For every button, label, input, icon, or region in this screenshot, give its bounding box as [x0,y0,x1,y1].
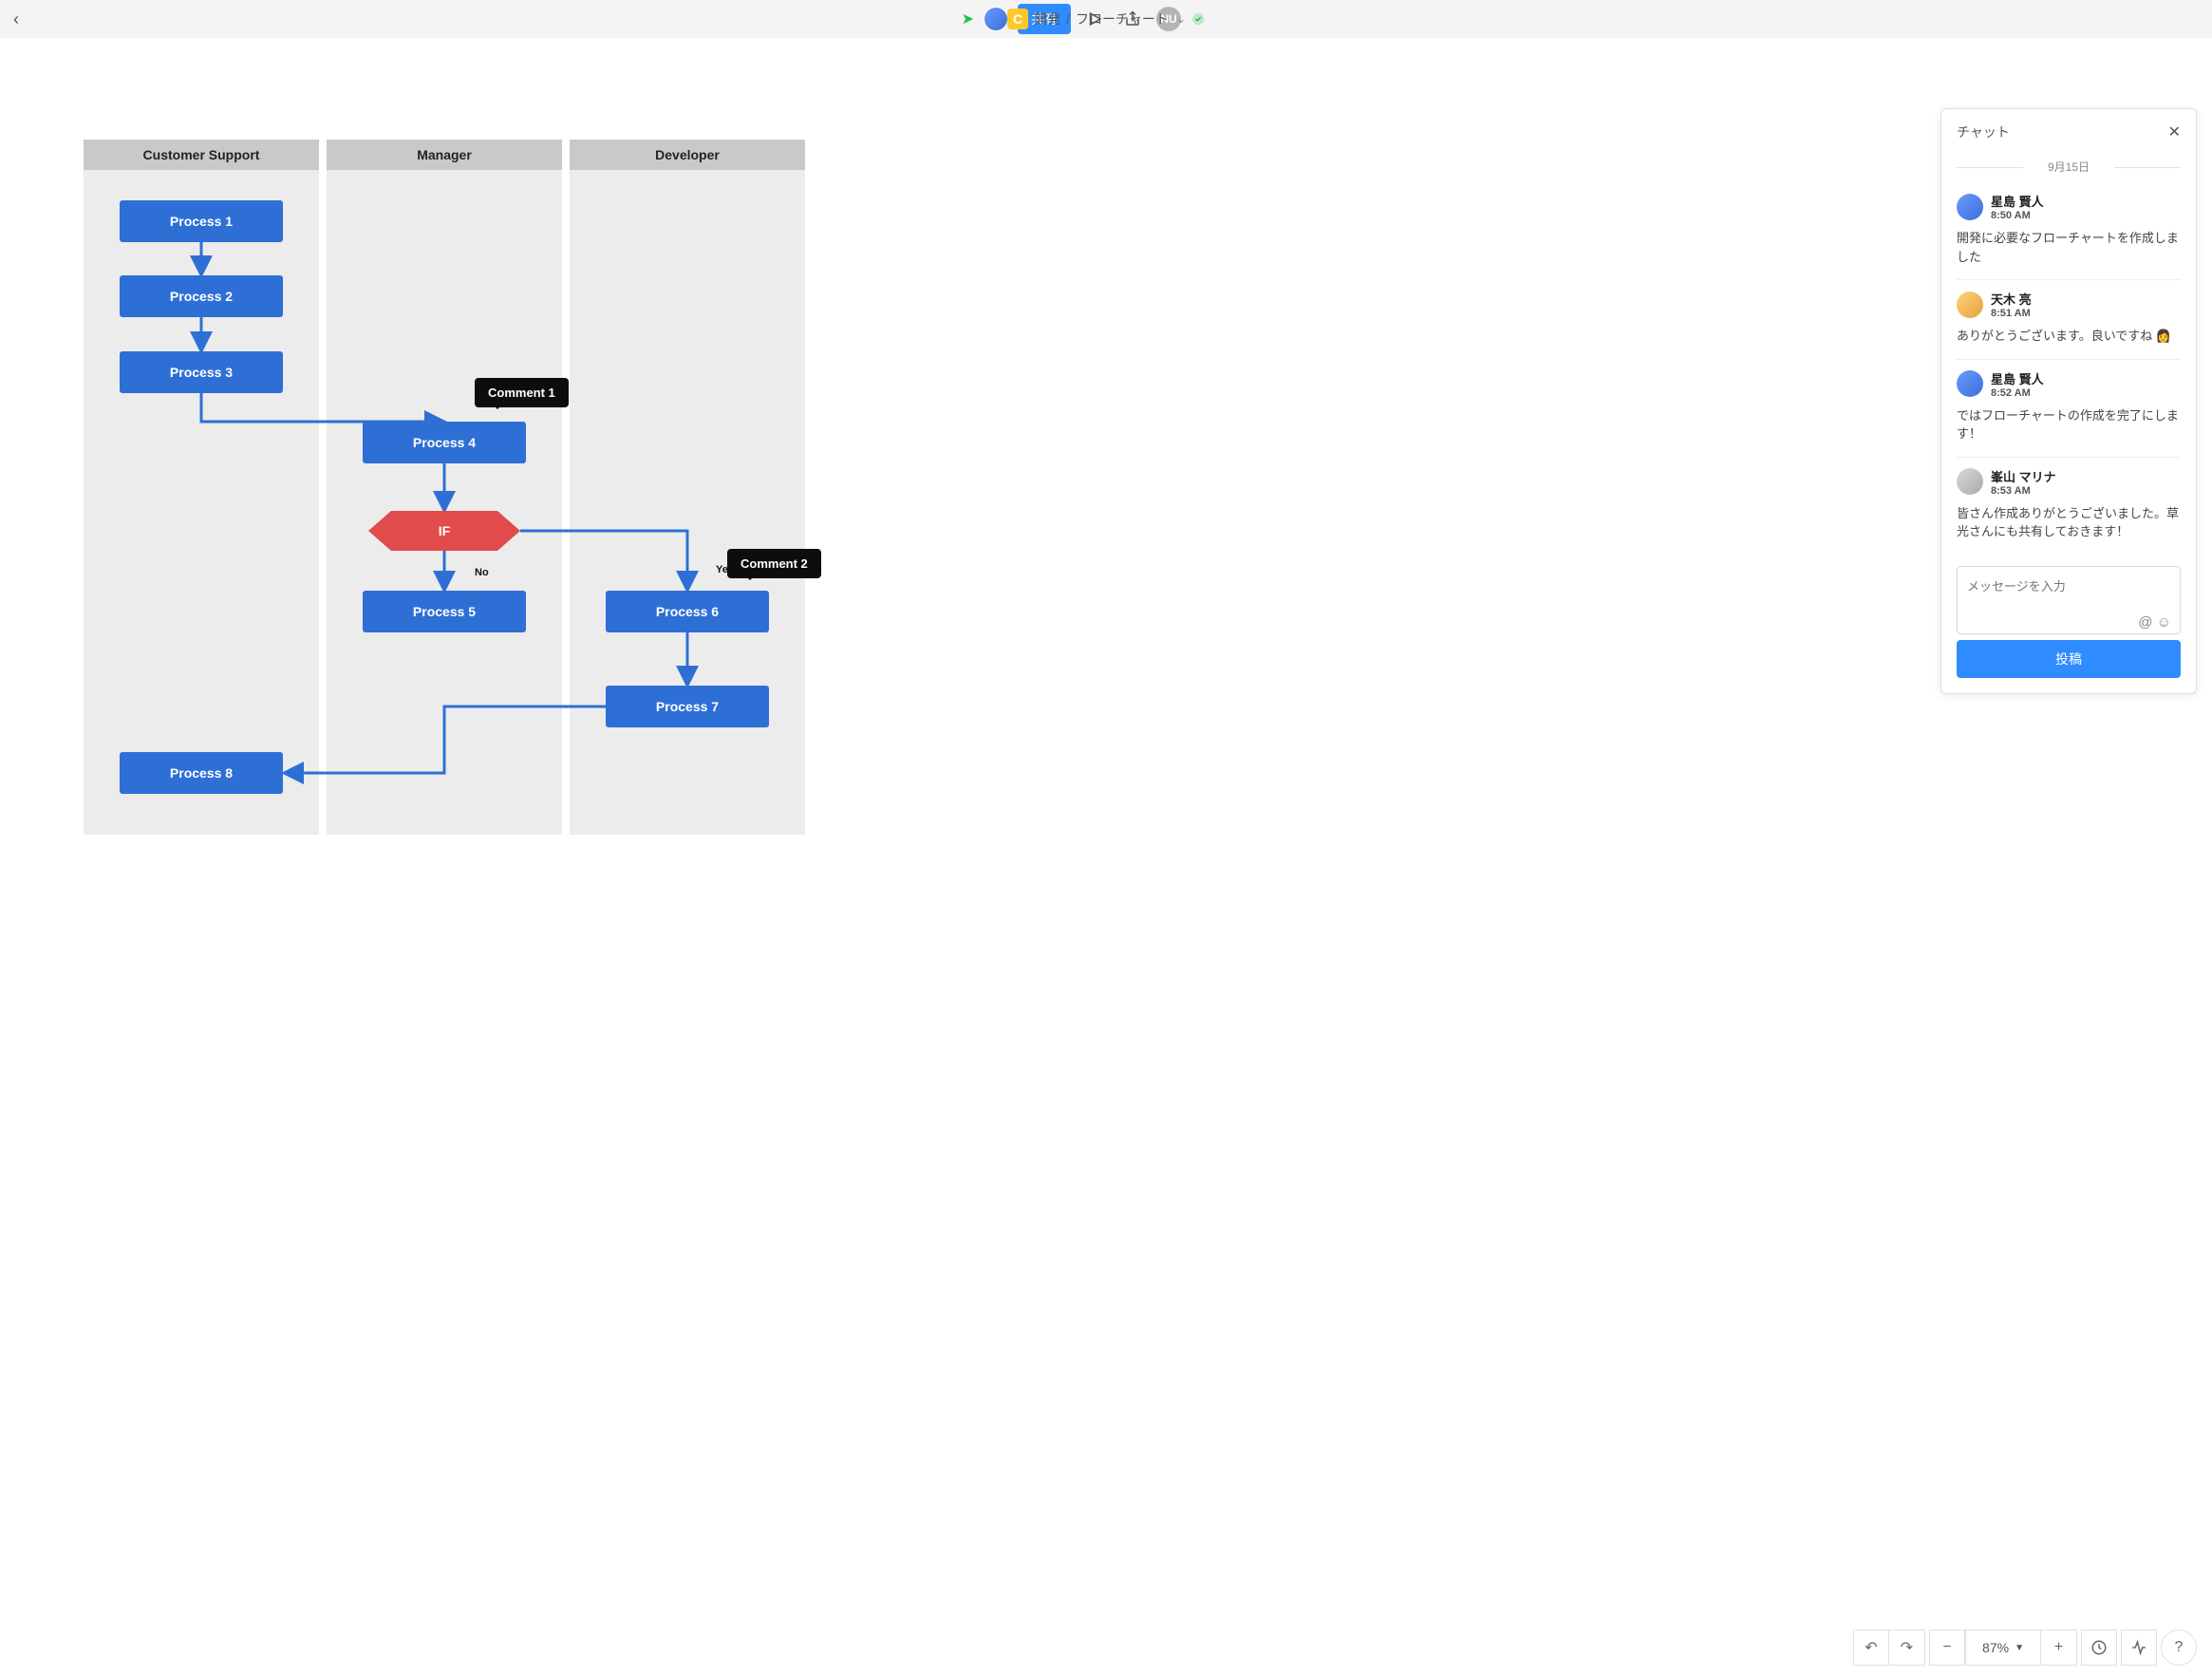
process-2-box[interactable]: Process 2 [120,275,283,317]
msg-text: 皆さん作成ありがとうございました。草光さんにも共有しておきます！ [1957,504,2181,541]
process-3-box[interactable]: Process 3 [120,351,283,393]
process-7-box[interactable]: Process 7 [606,686,769,727]
chat-input-icons: @ ☺ [1957,614,2181,631]
chat-title: チャット [1957,122,2010,141]
lane-header-developer[interactable]: Developer [570,140,805,170]
breadcrumb-current[interactable]: フローチャート [1076,9,1169,28]
user-avatar[interactable] [984,7,1008,31]
lane-header-manager[interactable]: Manager [327,140,562,170]
msg-author: 天木 亮 [1991,290,2032,308]
msg-time: 8:51 AM [1991,308,2032,319]
emoji-icon[interactable]: ☺ [2157,614,2171,631]
lane-manager[interactable] [327,170,562,835]
lane-header-support[interactable]: Customer Support [84,140,319,170]
breadcrumb-parent[interactable]: 開発 [1034,9,1060,28]
zoom-in-icon[interactable]: + [2041,1630,2077,1666]
msg-text: ではフローチャートの作成を完了にします！ [1957,406,2181,443]
activity-icon[interactable] [2121,1630,2157,1666]
lane-developer[interactable] [570,170,805,835]
canvas[interactable]: Customer Support Manager Developer Proce… [0,38,2212,1677]
chat-message: 星島 賢人8:50 AM 開発に必要なフローチャートを作成しました [1957,182,2181,280]
chat-message: 星島 賢人8:52 AM ではフローチャートの作成を完了にします！ [1957,360,2181,458]
chat-close-icon[interactable]: ✕ [2168,122,2181,141]
msg-author: 星島 賢人 [1991,369,2044,387]
redo-icon[interactable]: ↷ [1889,1630,1925,1666]
back-button[interactable]: ‹ [9,6,23,33]
zoom-out-icon[interactable]: − [1929,1630,1965,1666]
chat-date-divider: 9月15日 [1957,159,2181,175]
breadcrumb: C 開発 / フローチャート ⌄ [1007,9,1205,29]
bottom-bar: ↶ ↷ − 87%▼ + ? [1853,1630,2197,1666]
mention-icon[interactable]: @ [2138,614,2152,631]
avatar-icon [1957,292,1983,318]
comment-1[interactable]: Comment 1 [475,378,569,407]
chat-message: 峯山 マリナ8:53 AM 皆さん作成ありがとうございました。草光さんにも共有し… [1957,458,2181,555]
help-icon[interactable]: ? [2161,1630,2197,1666]
process-4-box[interactable]: Process 4 [363,422,526,463]
msg-text: 開発に必要なフローチャートを作成しました [1957,229,2181,266]
msg-time: 8:53 AM [1991,485,2056,497]
history-icon[interactable] [2081,1630,2117,1666]
process-5-box[interactable]: Process 5 [363,591,526,632]
process-6-box[interactable]: Process 6 [606,591,769,632]
avatar-icon [1957,194,1983,220]
post-button[interactable]: 投稿 [1957,640,2181,678]
process-8-box[interactable]: Process 8 [120,752,283,794]
edge-label-no: No [475,567,489,578]
comment-2[interactable]: Comment 2 [727,549,821,578]
lane-support[interactable] [84,170,319,835]
chat-body[interactable]: 星島 賢人8:50 AM 開発に必要なフローチャートを作成しました 天木 亮8:… [1941,182,2196,555]
sync-status-icon [1191,12,1205,26]
avatar-icon [1957,468,1983,495]
process-1-box[interactable]: Process 1 [120,200,283,242]
msg-author: 星島 賢人 [1991,192,2044,210]
chat-panel: チャット ✕ 9月15日 星島 賢人8:50 AM 開発に必要なフローチャートを… [1940,108,2197,694]
decision-if[interactable]: IF [368,511,520,551]
chevron-down-icon[interactable]: ⌄ [1176,12,1186,26]
chat-message: 天木 亮8:51 AM ありがとうございます。良いですね 👩 [1957,280,2181,360]
presence-cursor-icon: ➤ [962,9,974,28]
top-bar: ‹ C 開発 / フローチャート ⌄ ➤ 共有 NU [0,0,1190,38]
app-logo-icon: C [1007,9,1028,29]
msg-author: 峯山 マリナ [1991,467,2056,485]
msg-time: 8:50 AM [1991,210,2044,221]
avatar-icon [1957,370,1983,397]
msg-time: 8:52 AM [1991,387,2044,399]
zoom-level[interactable]: 87%▼ [1965,1630,2041,1666]
breadcrumb-separator: / [1066,11,1070,27]
undo-icon[interactable]: ↶ [1853,1630,1889,1666]
msg-text: ありがとうございます。良いですね 👩 [1957,327,2181,346]
